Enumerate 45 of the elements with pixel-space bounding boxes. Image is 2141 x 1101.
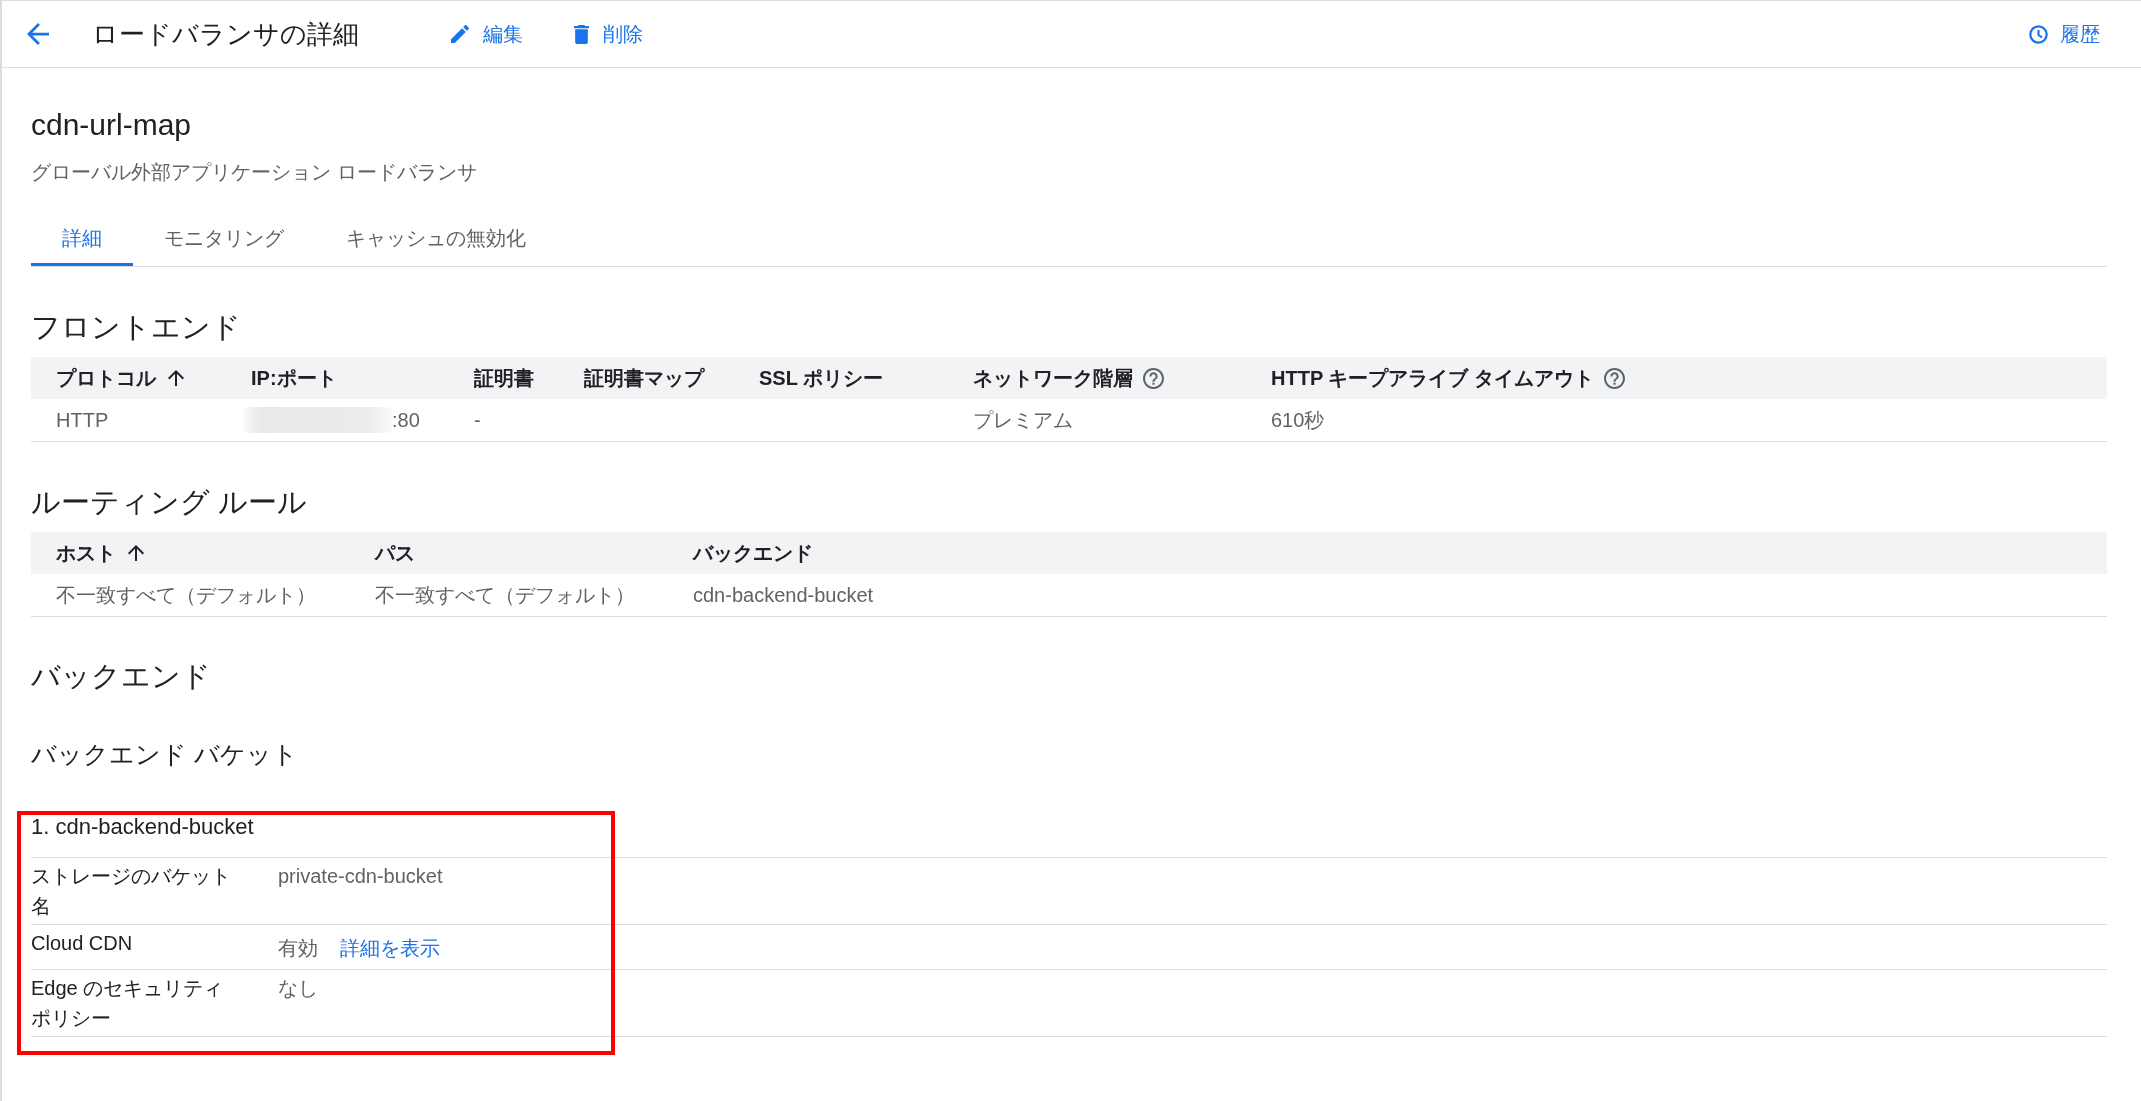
- table-cell: :80: [392, 408, 420, 432]
- bucket-title: 1. cdn-backend-bucket: [31, 812, 2107, 858]
- column-header[interactable]: HTTP キープアライブ タイムアウト: [1246, 357, 2107, 399]
- column-header[interactable]: SSL ポリシー: [734, 357, 948, 399]
- column-header[interactable]: 証明書: [449, 357, 559, 399]
- table-cell: HTTP: [56, 408, 109, 432]
- edit-button[interactable]: 編集: [439, 15, 535, 53]
- table-cell: -: [474, 408, 481, 432]
- tab[interactable]: モニタリング: [133, 210, 315, 266]
- clock-icon: [2029, 24, 2048, 44]
- tab[interactable]: 詳細: [31, 210, 133, 266]
- table-cell: cdn-backend-bucket: [693, 583, 874, 607]
- column-header[interactable]: バックエンド: [668, 532, 2107, 574]
- column-header[interactable]: プロトコル: [31, 357, 226, 399]
- page-title: ロードバランサの詳細: [92, 18, 359, 51]
- column-header[interactable]: パス: [350, 532, 668, 574]
- column-header[interactable]: ネットワーク階層: [948, 357, 1246, 399]
- table-cell-text: 不一致すべて（デフォルト）: [375, 582, 635, 608]
- resource-type: グローバル外部アプリケーション ロードバランサ: [31, 160, 478, 185]
- section-heading: バックエンド: [31, 659, 212, 694]
- history-button[interactable]: 履歴: [2017, 15, 2112, 53]
- column-header[interactable]: IP:ポート: [226, 357, 449, 399]
- table-cell-text: 610秒: [1271, 407, 1325, 433]
- field-value: private-cdn-bucket: [278, 864, 443, 889]
- back-arrow-icon[interactable]: [27, 23, 49, 45]
- subsection-heading: バックエンド バケット: [31, 739, 299, 770]
- section-heading: フロントエンド: [31, 310, 242, 345]
- table-cell-text: 不一致すべて（デフォルト）: [56, 582, 316, 608]
- field-label: Edge のセキュリティポリシー: [31, 976, 225, 1031]
- tab[interactable]: キャッシュの無効化: [315, 210, 557, 266]
- resource-name: cdn-url-map: [31, 107, 193, 143]
- delete-button[interactable]: 削除: [562, 15, 655, 53]
- column-header[interactable]: 証明書マップ: [559, 357, 734, 399]
- help-icon[interactable]: [1603, 367, 1625, 389]
- table-cell-text: プレミアム: [973, 407, 1073, 433]
- trash-icon: [574, 24, 589, 44]
- help-icon[interactable]: [1143, 367, 1164, 389]
- pencil-icon: [451, 25, 469, 43]
- field-value: 有効: [278, 936, 318, 961]
- section-heading: ルーティング ルール: [31, 485, 309, 520]
- field-value: なし: [278, 976, 318, 1001]
- details-link[interactable]: 詳細を表示: [340, 928, 440, 966]
- field-label: Cloud CDN: [31, 931, 133, 956]
- column-header[interactable]: ホスト: [31, 532, 350, 574]
- field-label: ストレージのバケット名: [31, 864, 232, 919]
